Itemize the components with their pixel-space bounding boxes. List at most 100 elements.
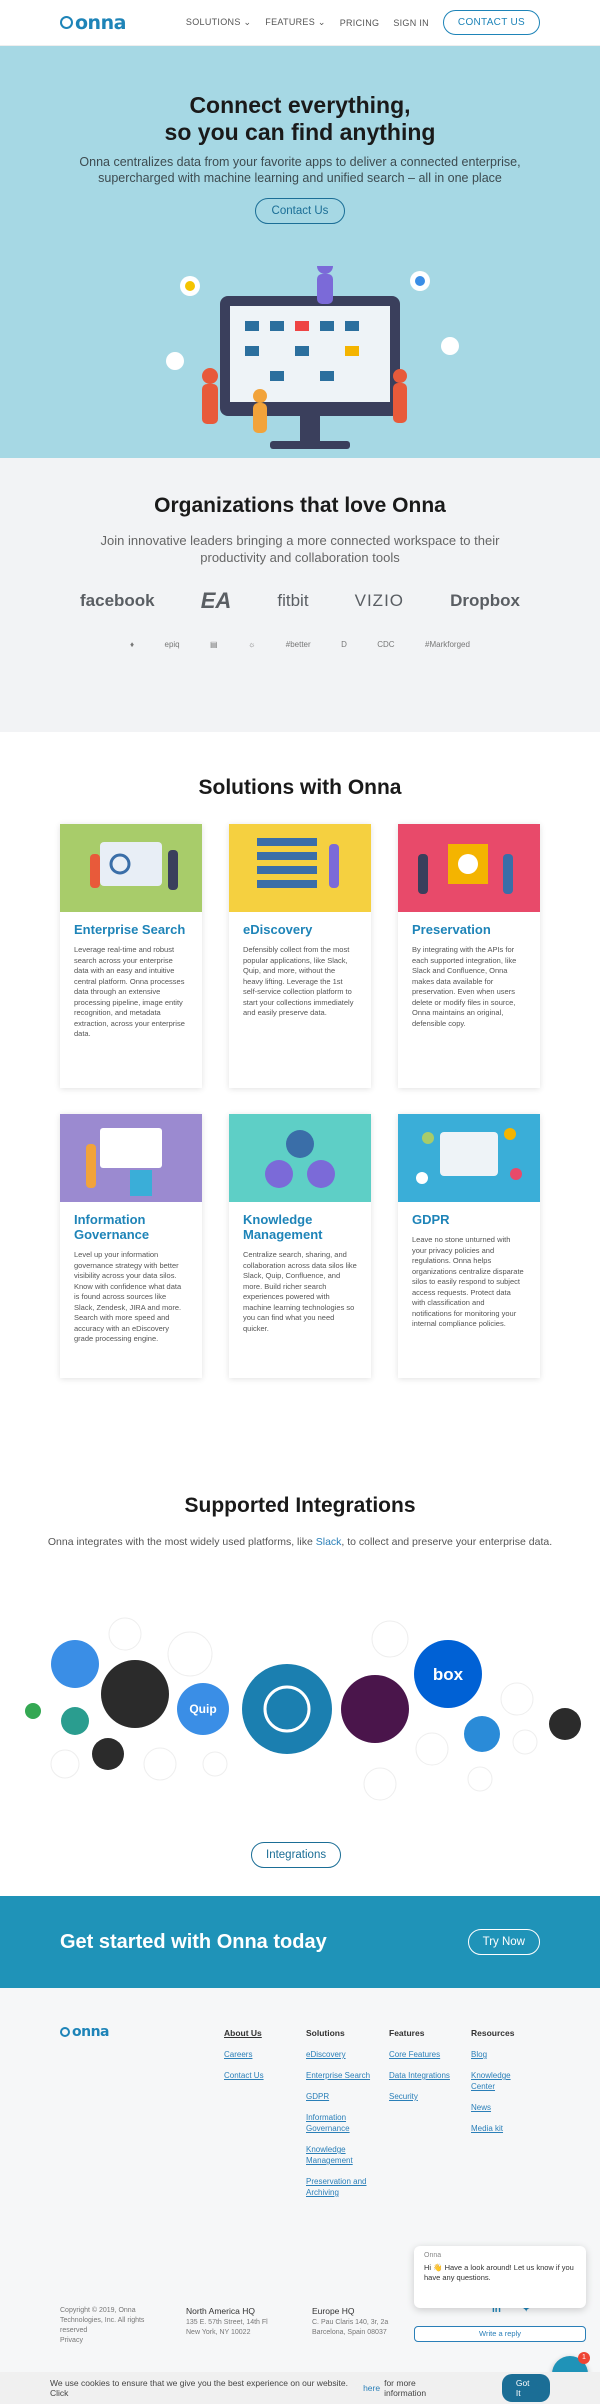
organizations-section: Organizations that love Onna Join innova… xyxy=(0,458,600,732)
integrations-text: Onna integrates with the most widely use… xyxy=(0,1536,600,1548)
footer-resources-heading: Resources xyxy=(471,2028,515,2038)
solution-card[interactable]: Enterprise Search Leverage real-time and… xyxy=(60,824,202,1088)
card-title: Information Governance xyxy=(74,1212,150,1242)
top-nav: onna SOLUTIONS ⌄ FEATURES ⌄ PRICING SIGN… xyxy=(0,0,600,46)
chat-sender: Onna xyxy=(424,2252,442,2259)
better-logo: #better xyxy=(285,640,311,649)
zendesk-icon xyxy=(101,1660,169,1728)
solution-card[interactable]: Information Governance Level up your inf… xyxy=(60,1114,202,1378)
footer-logo[interactable]: onna xyxy=(60,2024,110,2040)
card-text: Level up your information governance str… xyxy=(74,1250,182,1343)
footer-hq-na: North America HQ 135 E. 57th Street, 14t… xyxy=(186,2306,276,2338)
google-drive-icon xyxy=(500,1682,534,1716)
onna-hub-icon xyxy=(242,1664,332,1754)
customer-logos: facebook EA fitbit VIZIO Dropbox xyxy=(0,588,600,614)
slack-black-icon xyxy=(92,1738,124,1770)
contact-us-button[interactable]: CONTACT US xyxy=(442,10,540,35)
footer-knowledge-link[interactable]: Knowledge Management xyxy=(306,2144,378,2166)
footer-enterprise-search-link[interactable]: Enterprise Search xyxy=(306,2070,378,2081)
epiq-logo: epiq xyxy=(164,640,180,649)
cookie-here-link[interactable]: here xyxy=(363,2383,380,2393)
footer-solutions-heading: Solutions xyxy=(306,2028,345,2038)
nav-links: SOLUTIONS ⌄ FEATURES ⌄ PRICING SIGN IN C… xyxy=(186,10,540,35)
card-text: Leave no stone unturned with your privac… xyxy=(412,1235,524,1328)
footer-col-features: Features Core Features Data Integrations… xyxy=(389,2028,469,2102)
slack-link[interactable]: Slack xyxy=(316,1536,342,1548)
card-text: Defensibly collect from the most popular… xyxy=(243,945,354,1017)
footer-about-link[interactable]: About Us xyxy=(224,2028,264,2039)
footer-ediscovery-link[interactable]: eDiscovery xyxy=(306,2049,378,2060)
nav-solutions[interactable]: SOLUTIONS ⌄ xyxy=(186,17,251,28)
cookie-got-it-button[interactable]: Got It xyxy=(501,2374,550,2402)
card-illustration xyxy=(229,1114,371,1202)
chat-popup[interactable]: Onna Hi 👋 Have a look around! Let us kno… xyxy=(414,2246,586,2308)
onna-logo[interactable]: onna xyxy=(60,12,126,34)
footer-media-kit-link[interactable]: Media kit xyxy=(471,2123,531,2134)
footer-governance-link[interactable]: Information Governance xyxy=(306,2112,378,2134)
ediscovery-illustration xyxy=(257,838,339,888)
logo-ring-icon xyxy=(60,16,73,29)
integrations-text-before: Onna integrates with the most widely use… xyxy=(47,1536,316,1548)
nav-features[interactable]: FEATURES ⌄ xyxy=(265,17,325,28)
card-text: By integrating with the APIs for each su… xyxy=(412,945,517,1028)
exchange-icon xyxy=(61,1707,89,1735)
footer-logo-text: onna xyxy=(72,2024,110,2040)
card-title: eDiscovery xyxy=(243,922,313,937)
footer-news-link[interactable]: News xyxy=(471,2102,531,2113)
cdc-logo: CDC xyxy=(377,640,395,649)
solution-card[interactable]: Knowledge Management Centralize search, … xyxy=(229,1114,371,1378)
card-illustration xyxy=(398,824,540,912)
hero-contact-button[interactable]: Contact Us xyxy=(254,198,346,224)
footer-core-features-link[interactable]: Core Features xyxy=(389,2049,469,2060)
footer-contact-link[interactable]: Contact Us xyxy=(224,2070,264,2081)
gdpr-illustration xyxy=(416,1128,522,1184)
footer-preservation-link[interactable]: Preservation and Archiving xyxy=(306,2176,378,2198)
footer-data-integrations-link[interactable]: Data Integrations xyxy=(389,2070,469,2081)
organizations-subtitle: Join innovative leaders bringing a more … xyxy=(100,533,500,565)
logo-ring-icon xyxy=(60,2027,70,2037)
try-now-button[interactable]: Try Now xyxy=(467,1929,540,1955)
solution-card[interactable]: eDiscovery Defensibly collect from the m… xyxy=(229,824,371,1088)
hero: Connect everything, so you can find anyt… xyxy=(0,46,600,458)
solutions-section: Solutions with Onna Enterprise Search Le… xyxy=(0,732,600,1464)
footer-col-resources: Resources Blog Knowledge Center News Med… xyxy=(471,2028,531,2134)
cookie-text-after: for more information xyxy=(384,2378,427,2398)
page: onna SOLUTIONS ⌄ FEATURES ⌄ PRICING SIGN… xyxy=(0,0,600,2404)
footer-security-link[interactable]: Security xyxy=(389,2091,469,2102)
privacy-link[interactable]: Privacy xyxy=(60,2337,83,2344)
chat-reply-input[interactable]: Write a reply xyxy=(414,2326,586,2342)
card-title: Enterprise Search xyxy=(74,922,186,937)
footer-knowledge-center-link[interactable]: Knowledge Center xyxy=(471,2070,531,2092)
hq-na-address: 135 E. 57th Street, 14th Fl New York, NY… xyxy=(186,2319,268,2336)
solution-card[interactable]: Preservation By integrating with the API… xyxy=(398,824,540,1088)
github-icon xyxy=(549,1708,581,1740)
hero-title-line1: Connect everything, xyxy=(189,92,411,118)
chevron-down-icon: ⌄ xyxy=(243,17,252,27)
hero-subtitle-line1: Onna centralizes data from your favorite… xyxy=(79,155,521,169)
integrations-section: Supported Integrations Onna integrates w… xyxy=(0,1464,600,1896)
solutions-title: Solutions with Onna xyxy=(198,776,402,799)
ea-logo: EA xyxy=(200,588,232,613)
footer-gdpr-link[interactable]: GDPR xyxy=(306,2091,378,2102)
footer-col-about: About Us Careers Contact Us xyxy=(224,2028,264,2081)
chat-message: Hi 👋 Have a look around! Let us know if … xyxy=(424,2263,574,2282)
solution-card[interactable]: GDPR Leave no stone unturned with your p… xyxy=(398,1114,540,1378)
hq-eu-address: C. Pau Claris 140, 3r, 2a Barcelona, Spa… xyxy=(312,2319,389,2336)
card-illustration xyxy=(229,824,371,912)
markforged-logo: #Markforged xyxy=(425,640,470,649)
footer-careers-link[interactable]: Careers xyxy=(224,2049,264,2060)
nav-pricing[interactable]: PRICING xyxy=(340,18,380,28)
nav-sign-in[interactable]: SIGN IN xyxy=(393,18,429,28)
integrations-button[interactable]: Integrations xyxy=(251,1842,342,1868)
card-title: Preservation xyxy=(412,922,491,937)
governance-illustration xyxy=(86,1128,162,1196)
footer-blog-link[interactable]: Blog xyxy=(471,2049,531,2060)
card-text: Centralize search, sharing, and collabor… xyxy=(243,1250,357,1333)
get-started-banner: Get started with Onna today Try Now xyxy=(0,1896,600,1988)
workplace-icon xyxy=(202,1751,228,1777)
footer-hq-eu: Europe HQ C. Pau Claris 140, 3r, 2a Barc… xyxy=(312,2306,402,2338)
dropbox-icon xyxy=(371,1620,409,1658)
partner-logo: ▤ xyxy=(210,640,218,649)
gmail-icon xyxy=(415,1732,449,1766)
hero-illustration xyxy=(166,266,459,449)
